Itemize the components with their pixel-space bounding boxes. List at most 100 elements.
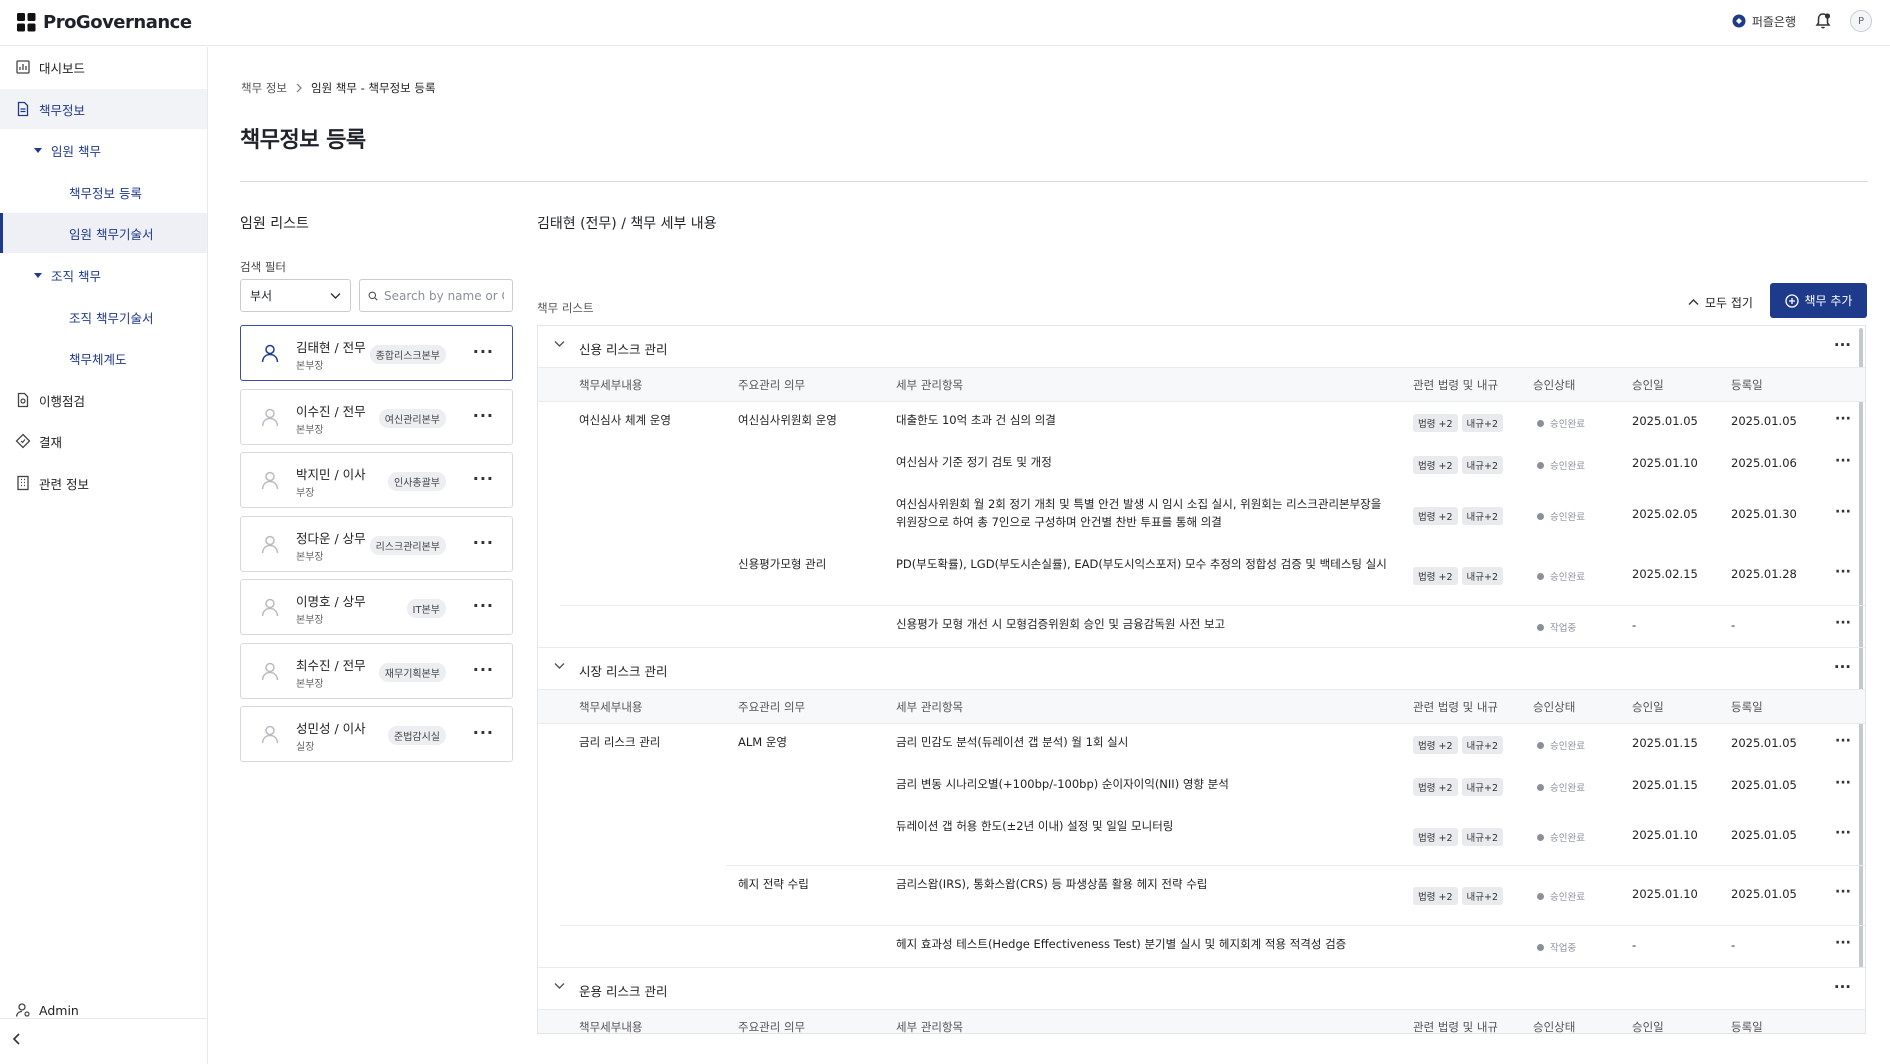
employee-card[interactable]: 이명호 / 상무 본부장 IT본부 ···: [240, 579, 513, 635]
employee-card[interactable]: 이수진 / 전무 본부장 여신관리본부 ···: [240, 388, 513, 445]
more-icon[interactable]: ···: [1835, 775, 1851, 791]
rule-badge[interactable]: 내규+2: [1461, 736, 1503, 754]
group-header[interactable]: 신용 리스크 관리 ···: [538, 326, 1865, 368]
bank-name: 퍼즐은행: [1751, 14, 1796, 29]
rule-badge[interactable]: 내규+2: [1461, 507, 1503, 525]
more-icon[interactable]: ···: [1835, 564, 1851, 580]
status-badge: 승인완료: [1537, 509, 1585, 523]
sidebar-item-related-info[interactable]: 관련 정보: [0, 463, 207, 503]
status-badge: 승인완료: [1537, 738, 1585, 752]
rule-badge[interactable]: 내규+2: [1461, 778, 1503, 796]
main-content: 책무 정보 임원 책무 - 책무정보 등록 책무정보 등록 임원 리스트 검색 …: [209, 47, 1890, 1064]
sidebar-item-org-duty[interactable]: 조직 책무: [0, 255, 207, 295]
department-select[interactable]: 부서: [240, 279, 351, 312]
law-badge[interactable]: 법령 +2: [1413, 887, 1458, 905]
chevron-down-icon[interactable]: [554, 662, 565, 670]
law-badge[interactable]: 법령 +2: [1413, 567, 1458, 585]
law-badge[interactable]: 법령 +2: [1413, 778, 1458, 796]
more-icon[interactable]: ···: [1834, 658, 1851, 676]
search-field[interactable]: [359, 279, 513, 312]
rule-badge[interactable]: 내규+2: [1461, 567, 1503, 585]
more-icon[interactable]: ···: [1835, 935, 1851, 951]
registered-date: 2025.01.06: [1731, 456, 1797, 470]
more-icon[interactable]: ···: [1834, 336, 1851, 354]
employee-card[interactable]: 김태현 / 전무 본부장 종합리스크본부 ···: [240, 325, 513, 381]
sidebar-item-dashboard[interactable]: 대시보드: [0, 47, 207, 87]
collapse-sidebar-button[interactable]: [10, 1032, 24, 1046]
status-dot-icon: [1537, 512, 1544, 520]
law-badges: 법령 +2 내규+2: [1413, 507, 1507, 525]
responsibility-cell: 여신심사 체계 운영: [579, 413, 671, 427]
sidebar-item-executive-duty[interactable]: 임원 책무: [0, 130, 207, 170]
status-text: 승인완료: [1550, 892, 1585, 903]
registered-date: 2025.01.05: [1731, 828, 1797, 842]
more-icon[interactable]: ···: [473, 469, 494, 488]
employee-name: 이명호 / 상무: [296, 594, 366, 609]
employee-card[interactable]: 정다운 / 상무 본부장 리스크관리본부 ···: [240, 515, 513, 572]
chevron-down-icon[interactable]: [554, 982, 565, 990]
group-header[interactable]: 운용 리스크 관리 ···: [538, 968, 1865, 1010]
more-icon[interactable]: ···: [473, 342, 494, 361]
more-icon[interactable]: ···: [1835, 615, 1851, 631]
status-dot-icon: [1537, 623, 1544, 631]
employee-card[interactable]: 최수진 / 전무 본부장 재무기획본부 ···: [240, 642, 513, 699]
rule-badge[interactable]: 내규+2: [1461, 414, 1503, 432]
more-icon[interactable]: ···: [473, 533, 494, 552]
sidebar-item-approval[interactable]: 결재: [0, 421, 207, 461]
more-icon[interactable]: ···: [473, 596, 494, 615]
more-icon[interactable]: ···: [1834, 978, 1851, 996]
status-text: 승인완료: [1550, 783, 1585, 794]
collapse-all-button[interactable]: 모두 접기: [1688, 287, 1753, 317]
sidebar-item-org-description[interactable]: 조직 책무기술서: [0, 297, 207, 337]
rule-badge[interactable]: 내규+2: [1461, 887, 1503, 905]
document-search-icon: [17, 392, 29, 408]
sidebar-item-inspection[interactable]: 이행점검: [0, 380, 207, 420]
sidebar-item-responsibility[interactable]: 책무정보: [0, 89, 207, 129]
add-responsibility-button[interactable]: 책무 추가: [1770, 283, 1867, 318]
more-icon[interactable]: ···: [1835, 504, 1851, 520]
item-cell: 대출한도 10억 초과 건 심의 의결: [896, 413, 1056, 427]
search-input[interactable]: [384, 288, 504, 303]
app-logo[interactable]: ProGovernance: [17, 12, 192, 33]
column-header-cell: 세부 관리항목: [896, 378, 964, 392]
law-badge[interactable]: 법령 +2: [1413, 828, 1458, 846]
employee-card[interactable]: 성민성 / 이사 실장 준법감시실 ···: [240, 706, 513, 762]
employee-card[interactable]: 박지민 / 이사 부장 인사총괄부 ···: [240, 452, 513, 508]
person-icon: [261, 344, 279, 363]
sidebar-item-label: 결재: [39, 434, 63, 450]
more-icon[interactable]: ···: [1835, 453, 1851, 469]
sidebar-admin[interactable]: Admin: [0, 990, 207, 1030]
law-badge[interactable]: 법령 +2: [1413, 507, 1458, 525]
rule-badge[interactable]: 내규+2: [1461, 456, 1503, 474]
more-icon[interactable]: ···: [473, 723, 494, 742]
law-badge[interactable]: 법령 +2: [1413, 736, 1458, 754]
group-header[interactable]: 시장 리스크 관리 ···: [538, 648, 1865, 690]
status-badge: 작업중: [1537, 940, 1576, 954]
registered-date: 2025.01.05: [1731, 887, 1797, 901]
more-icon[interactable]: ···: [1835, 825, 1851, 841]
table-row: 금리 변동 시나리오별(+100bp/-100bp) 순이자이익(NII) 영향…: [538, 766, 1865, 808]
rule-badge[interactable]: 내규+2: [1461, 828, 1503, 846]
more-icon[interactable]: ···: [473, 660, 494, 679]
law-badge[interactable]: 법령 +2: [1413, 456, 1458, 474]
more-icon[interactable]: ···: [1835, 884, 1851, 900]
sidebar-item-register[interactable]: 책무정보 등록: [0, 172, 207, 212]
sidebar-item-label: 조직 책무: [51, 268, 101, 284]
more-icon[interactable]: ···: [1835, 411, 1851, 427]
notification-button[interactable]: [1814, 12, 1832, 30]
column-header: 책무세부내용 주요관리 의무 세부 관리항목 관련 법령 및 내규 승인상태 승인일 등록일: [538, 690, 1865, 724]
user-avatar[interactable]: P: [1850, 10, 1872, 32]
department-tag: 준법감시실: [388, 726, 446, 745]
chevron-down-icon[interactable]: [554, 340, 565, 348]
status-text: 승인완료: [1550, 741, 1585, 752]
law-badge[interactable]: 법령 +2: [1413, 414, 1458, 432]
building-icon: [17, 475, 29, 491]
law-badges: 법령 +2 내규+2: [1413, 887, 1507, 905]
breadcrumb-parent[interactable]: 책무 정보: [241, 80, 287, 96]
more-icon[interactable]: ···: [1835, 733, 1851, 749]
sidebar-item-executive-description[interactable]: 임원 책무기술서: [0, 213, 207, 253]
more-icon[interactable]: ···: [473, 406, 494, 425]
bank-selector[interactable]: 퍼즐은행: [1732, 13, 1796, 30]
sidebar-item-structure[interactable]: 책무체계도: [0, 338, 207, 378]
item-cell: 여신심사위원회 월 2회 정기 개최 및 특별 안건 발생 시 임시 소집 실시…: [896, 497, 1382, 511]
